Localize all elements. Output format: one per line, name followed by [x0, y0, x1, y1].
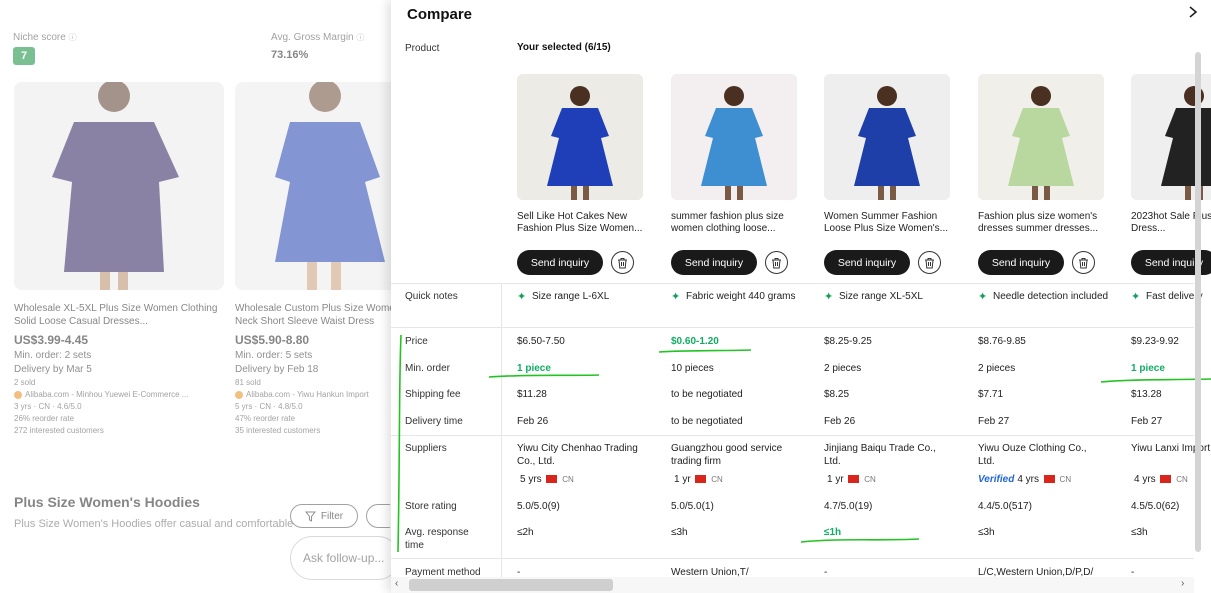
vertical-scroll-thumb[interactable] [1195, 52, 1201, 552]
highlight-min-order-underline [488, 374, 600, 378]
scroll-right-icon[interactable]: › [1181, 578, 1184, 589]
highlight-price-underline [658, 349, 752, 353]
horizontal-scroll-thumb[interactable] [409, 579, 613, 591]
highlight-annotations [397, 334, 1211, 553]
compare-panel: Compare Product Your selected (6/15) Qui… [391, 0, 1211, 593]
vertical-scrollbar[interactable] [1194, 34, 1202, 574]
highlight-response-underline [800, 538, 920, 543]
scroll-left-icon[interactable]: ‹ [395, 578, 398, 589]
highlight-left-bracket [397, 334, 402, 553]
horizontal-scrollbar[interactable]: ‹ › [391, 577, 1194, 593]
